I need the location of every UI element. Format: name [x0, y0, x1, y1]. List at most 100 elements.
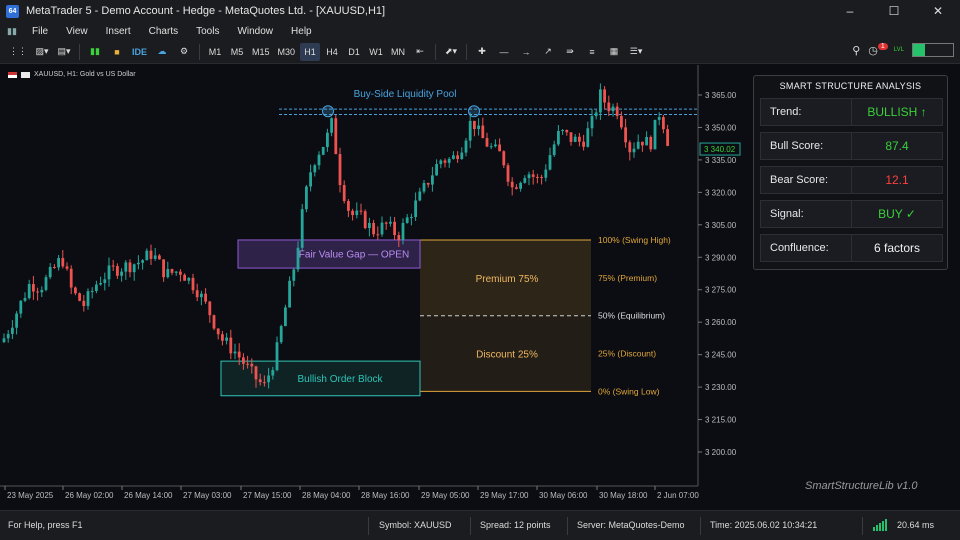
menu-window[interactable]: Window [228, 26, 282, 37]
candle-body [263, 382, 266, 384]
tf-w1[interactable]: W1 [366, 43, 386, 61]
candle-body [620, 115, 623, 128]
candle-body [166, 269, 170, 278]
drag-handle-icon[interactable]: ⋮⋮ [6, 43, 30, 61]
candle [65, 262, 69, 271]
level-icon[interactable]: LVL [894, 47, 904, 53]
tf-m1[interactable]: M1 [205, 43, 225, 61]
candle-body [216, 328, 220, 335]
candle [607, 95, 611, 117]
candle [418, 187, 422, 202]
time-tick-label: 30 May 06:00 [539, 491, 588, 500]
candle-body [284, 307, 287, 327]
candle-body [2, 338, 6, 343]
candle-body [548, 155, 552, 170]
candle [82, 294, 86, 312]
candle [57, 255, 60, 271]
candle [380, 216, 384, 237]
candle-body [237, 351, 241, 358]
tf-mn[interactable]: MN [388, 43, 408, 61]
menu-charts[interactable]: Charts [140, 26, 187, 37]
candle-body [137, 262, 140, 265]
candle [468, 112, 472, 149]
objects-list-icon[interactable]: ☰▾ [626, 43, 646, 61]
fibonacci-icon[interactable]: ≡ [582, 43, 602, 61]
candle-body [481, 125, 485, 139]
candle-body [250, 363, 254, 367]
tf-m30[interactable]: M30 [275, 43, 299, 61]
candle-body [552, 144, 556, 156]
cursor-icon[interactable]: ⬈▾ [441, 43, 461, 61]
candle [447, 156, 451, 168]
candle-body [649, 136, 653, 150]
tf-m5[interactable]: M5 [227, 43, 247, 61]
candle [552, 140, 556, 158]
candle [44, 274, 48, 292]
menu-file[interactable]: File [23, 26, 57, 37]
menu-help[interactable]: Help [282, 26, 321, 37]
candle [494, 139, 497, 148]
candle [485, 132, 489, 148]
candle [145, 248, 149, 261]
algo-trading-icon[interactable]: ▮▮ [85, 43, 105, 61]
candle [141, 259, 144, 270]
candle [372, 219, 375, 238]
ide-button[interactable]: IDE [129, 43, 150, 61]
chart-type-icon[interactable]: ▨▾ [32, 43, 52, 61]
candle-body [183, 274, 186, 281]
price-tick-label: 3 365.00 [705, 91, 737, 100]
maximize-icon[interactable]: ☐ [872, 0, 916, 22]
candle [519, 181, 522, 192]
candle-body [61, 258, 65, 267]
tf-d1[interactable]: D1 [344, 43, 364, 61]
period-separator-icon[interactable]: ⇤ [410, 43, 430, 61]
menu-insert[interactable]: Insert [97, 26, 140, 37]
settings-icon[interactable]: ⚙ [174, 43, 194, 61]
price-tick-label: 3 260.00 [705, 318, 737, 327]
search-icon[interactable]: ⚲ [852, 44, 860, 57]
price-tick-label: 3 350.00 [705, 123, 737, 132]
minimize-icon[interactable]: – [828, 0, 872, 22]
candle-body [376, 234, 380, 236]
market-icon[interactable]: ■ [107, 43, 127, 61]
menu-view[interactable]: View [57, 26, 97, 37]
trendline-icon[interactable]: ↗ [538, 43, 558, 61]
tf-h1[interactable]: H1 [300, 42, 321, 61]
candle [649, 135, 653, 152]
cloud-icon[interactable]: ☁ [152, 43, 172, 61]
candle-body [447, 158, 451, 163]
candle [569, 132, 573, 146]
tf-h4[interactable]: H4 [322, 43, 342, 61]
candle-body [170, 269, 174, 273]
notifications-icon[interactable]: ◷ [868, 44, 878, 57]
candle [351, 208, 354, 221]
candle [565, 129, 569, 136]
menu-tools[interactable]: Tools [187, 26, 228, 37]
candle-body [414, 200, 417, 218]
channel-icon[interactable]: ⇛ [560, 43, 580, 61]
profiles-icon[interactable]: ▤▾ [54, 43, 74, 61]
crosshair-icon[interactable]: ✚ [472, 43, 492, 61]
candle [330, 117, 333, 137]
ray-icon[interactable]: → [516, 43, 536, 61]
candle-body [485, 138, 489, 147]
candle [200, 290, 203, 306]
candle-body [578, 136, 581, 142]
candle-body [435, 164, 438, 176]
horizontal-line-icon[interactable]: — [494, 43, 514, 61]
tf-m15[interactable]: M15 [249, 43, 273, 61]
candle [23, 292, 27, 303]
candle [321, 146, 325, 156]
candle [212, 314, 216, 331]
candle-body [401, 222, 405, 240]
candle-body [103, 279, 107, 284]
candle [275, 336, 279, 372]
candle [191, 273, 195, 294]
candle [523, 175, 527, 184]
shapes-icon[interactable]: ▦ [604, 43, 624, 61]
close-icon[interactable]: ✕ [916, 0, 960, 22]
candle [342, 180, 346, 204]
candle-body [212, 315, 216, 329]
gold-icon [21, 71, 30, 78]
bear-score-value: 12.1 [852, 166, 943, 194]
